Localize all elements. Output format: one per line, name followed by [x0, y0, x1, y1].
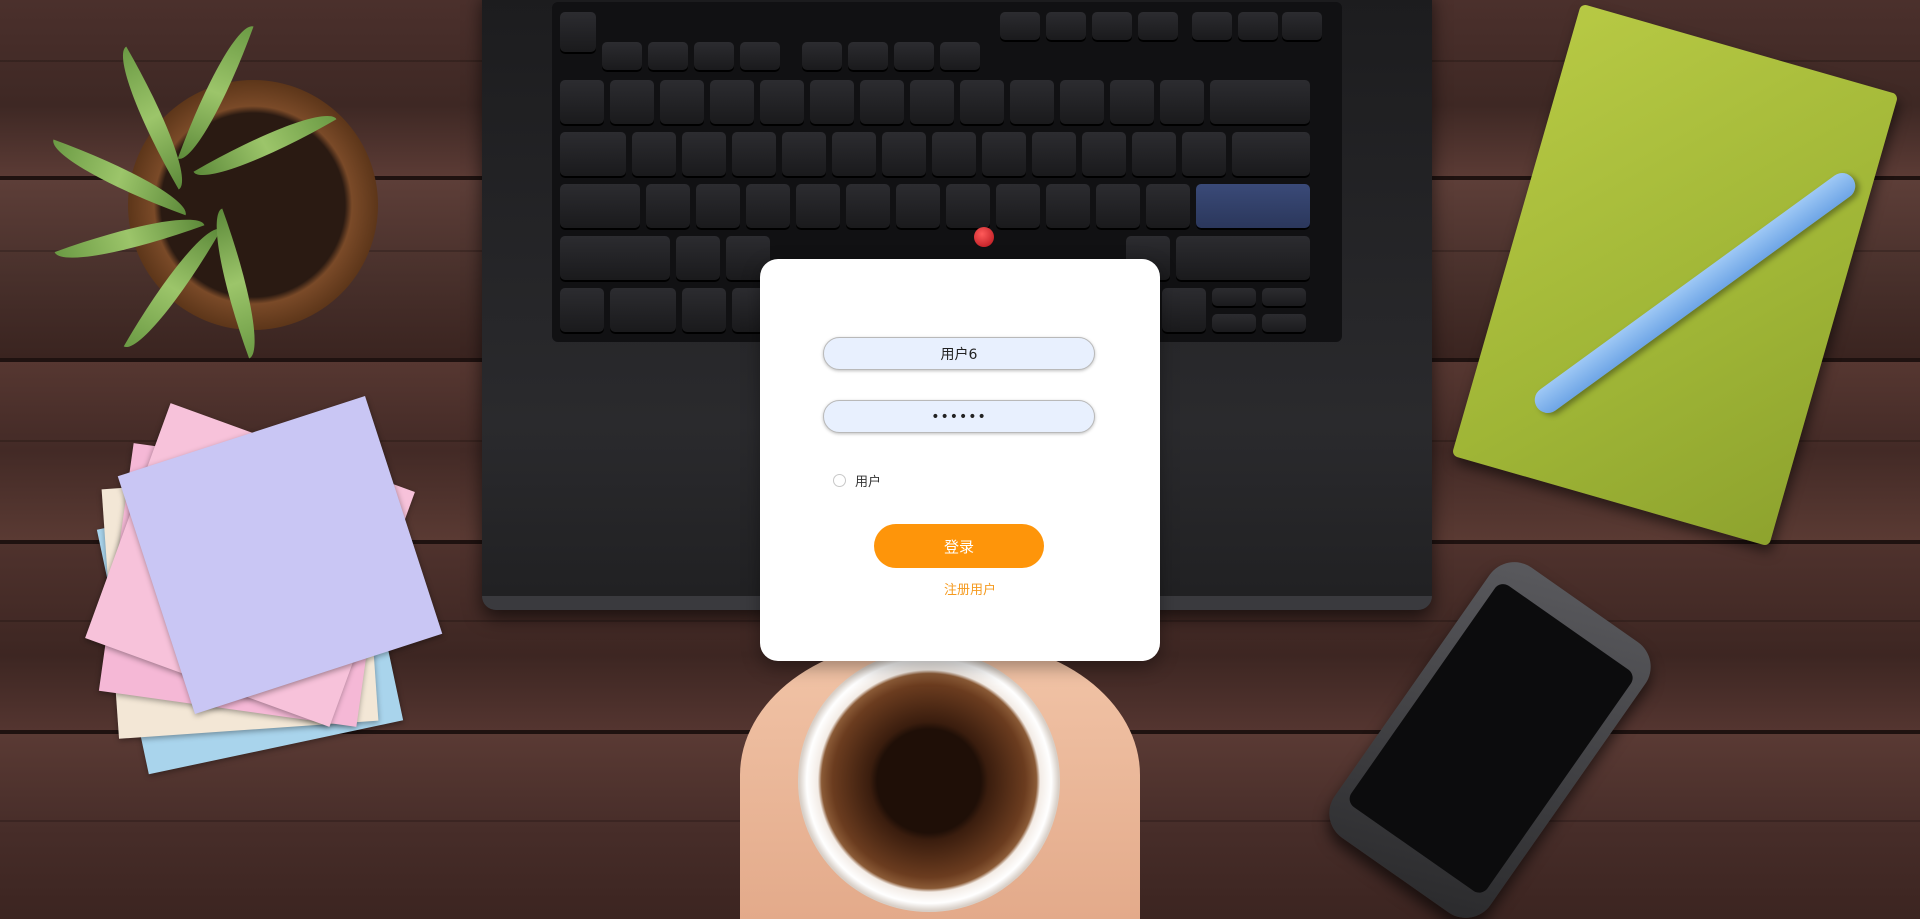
role-label: 用户 — [855, 474, 882, 490]
login-card: 用户 登录 注册用户 — [760, 259, 1160, 661]
trackpoint — [974, 227, 994, 247]
register-link[interactable]: 注册用户 — [760, 579, 1180, 598]
role-radio[interactable] — [833, 473, 846, 487]
coffee-cup — [798, 650, 1060, 912]
role-option[interactable]: 用户 — [833, 471, 882, 490]
password-input[interactable] — [823, 400, 1095, 433]
username-input[interactable] — [823, 337, 1095, 370]
login-button[interactable]: 登录 — [874, 524, 1044, 568]
